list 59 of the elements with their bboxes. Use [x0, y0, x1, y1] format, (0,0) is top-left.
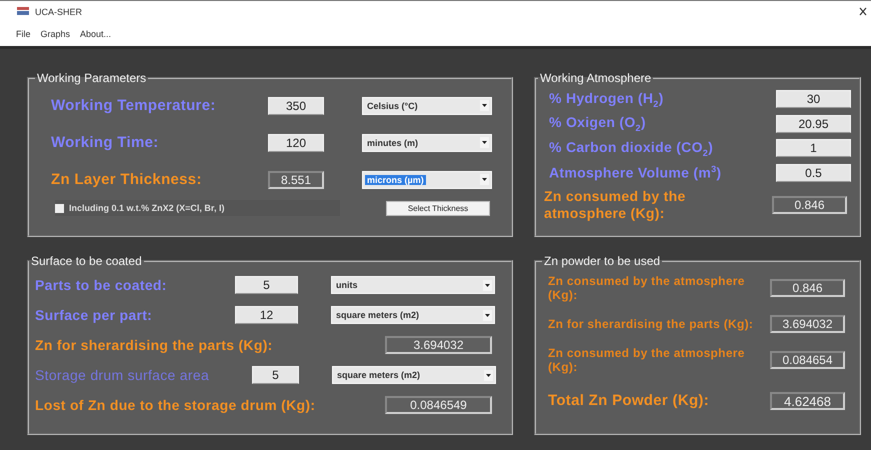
caret-icon [480, 174, 489, 185]
value-field[interactable]: 30 [776, 90, 851, 108]
unit-dropdown[interactable]: Celsius (°C) [362, 96, 492, 114]
value-field: 0.846 [772, 196, 847, 214]
value-field[interactable]: 120 [268, 134, 324, 152]
panel-title: Zn powder to be used [543, 254, 662, 268]
field-label: Zn consumed by the atmosphere (Kg): [544, 188, 687, 222]
unit-dropdown[interactable]: minutes (m) [362, 134, 492, 152]
panel-title: Working Parameters [36, 71, 148, 85]
field-label: Zn Layer Thickness: [51, 171, 203, 188]
field-label: Zn consumed by the atmosphere (Kg): [548, 346, 746, 374]
select-thickness-button[interactable]: Select Thickness [386, 200, 490, 216]
menu-item[interactable]: Graphs [40, 29, 70, 39]
field-label: % Carbon dioxide (CO$_{2}$) [548, 138, 714, 158]
unit-dropdown[interactable]: square meters (m2) [331, 306, 495, 324]
checkbox-label: Including 0.1 w.t.% ZnX2 (X=Cl, Br, I) [69, 203, 224, 213]
app-icon [17, 7, 29, 16]
value-field: 0.846 [770, 279, 845, 297]
value-field[interactable]: 0.5 [776, 164, 851, 182]
value-field: 0.0846549 [385, 396, 492, 414]
field-label: Surface per part: [35, 307, 154, 323]
menu-item[interactable]: File [16, 29, 31, 39]
unit-dropdown[interactable]: units [331, 276, 495, 294]
window-title: UCA-SHER [35, 6, 82, 16]
field-label: Parts to be coated: [35, 277, 168, 293]
value-field[interactable]: 12 [235, 306, 298, 324]
value-field[interactable]: 20.95 [776, 114, 851, 133]
value-field[interactable]: 350 [268, 96, 324, 114]
field-label: Zn consumed by the atmosphere (Kg): [548, 274, 746, 302]
value-field: 3.694032 [770, 315, 845, 333]
field-label: Storage drum surface area [35, 367, 210, 383]
unit-dropdown[interactable]: square meters (m2) [332, 366, 496, 384]
caret-icon [483, 310, 492, 320]
value-field: 3.694032 [385, 336, 492, 354]
checkbox[interactable] [55, 204, 64, 212]
field-label: Atmosphere Volume (m$^{3}$) [548, 164, 722, 182]
value-field: 8.551 [268, 170, 324, 188]
value-field: 0.084654 [770, 351, 845, 369]
value-field[interactable]: 1 [776, 139, 851, 158]
field-label: % Oxigen (O$_{2}$) [548, 114, 647, 134]
field-label: Working Temperature: [51, 97, 217, 114]
caret-icon [484, 370, 493, 380]
panel-title: Working Atmosphere [539, 71, 652, 85]
value-field[interactable]: 5 [252, 366, 299, 384]
field-label: Zn for sherardising the parts (Kg): [35, 337, 274, 353]
unit-dropdown[interactable]: microns (µm) [362, 170, 492, 188]
field-label: Zn for sherardising the parts (Kg): [548, 317, 754, 331]
close-icon[interactable] [859, 7, 867, 16]
value-field[interactable]: 5 [235, 276, 298, 294]
caret-icon [480, 137, 489, 148]
field-label: Lost of Zn due to the storage drum (Kg): [35, 397, 316, 413]
caret-icon [480, 100, 489, 111]
field-label: Working Time: [51, 134, 160, 151]
field-label: % Hydrogen (H$_{2}$) [548, 90, 665, 109]
field-label: Total Zn Powder (Kg): [548, 394, 710, 408]
value-field: 4.62468 [770, 392, 845, 410]
caret-icon [483, 280, 492, 290]
panel-title: Surface to be coated [30, 254, 143, 268]
menu-item[interactable]: About... [80, 29, 112, 39]
